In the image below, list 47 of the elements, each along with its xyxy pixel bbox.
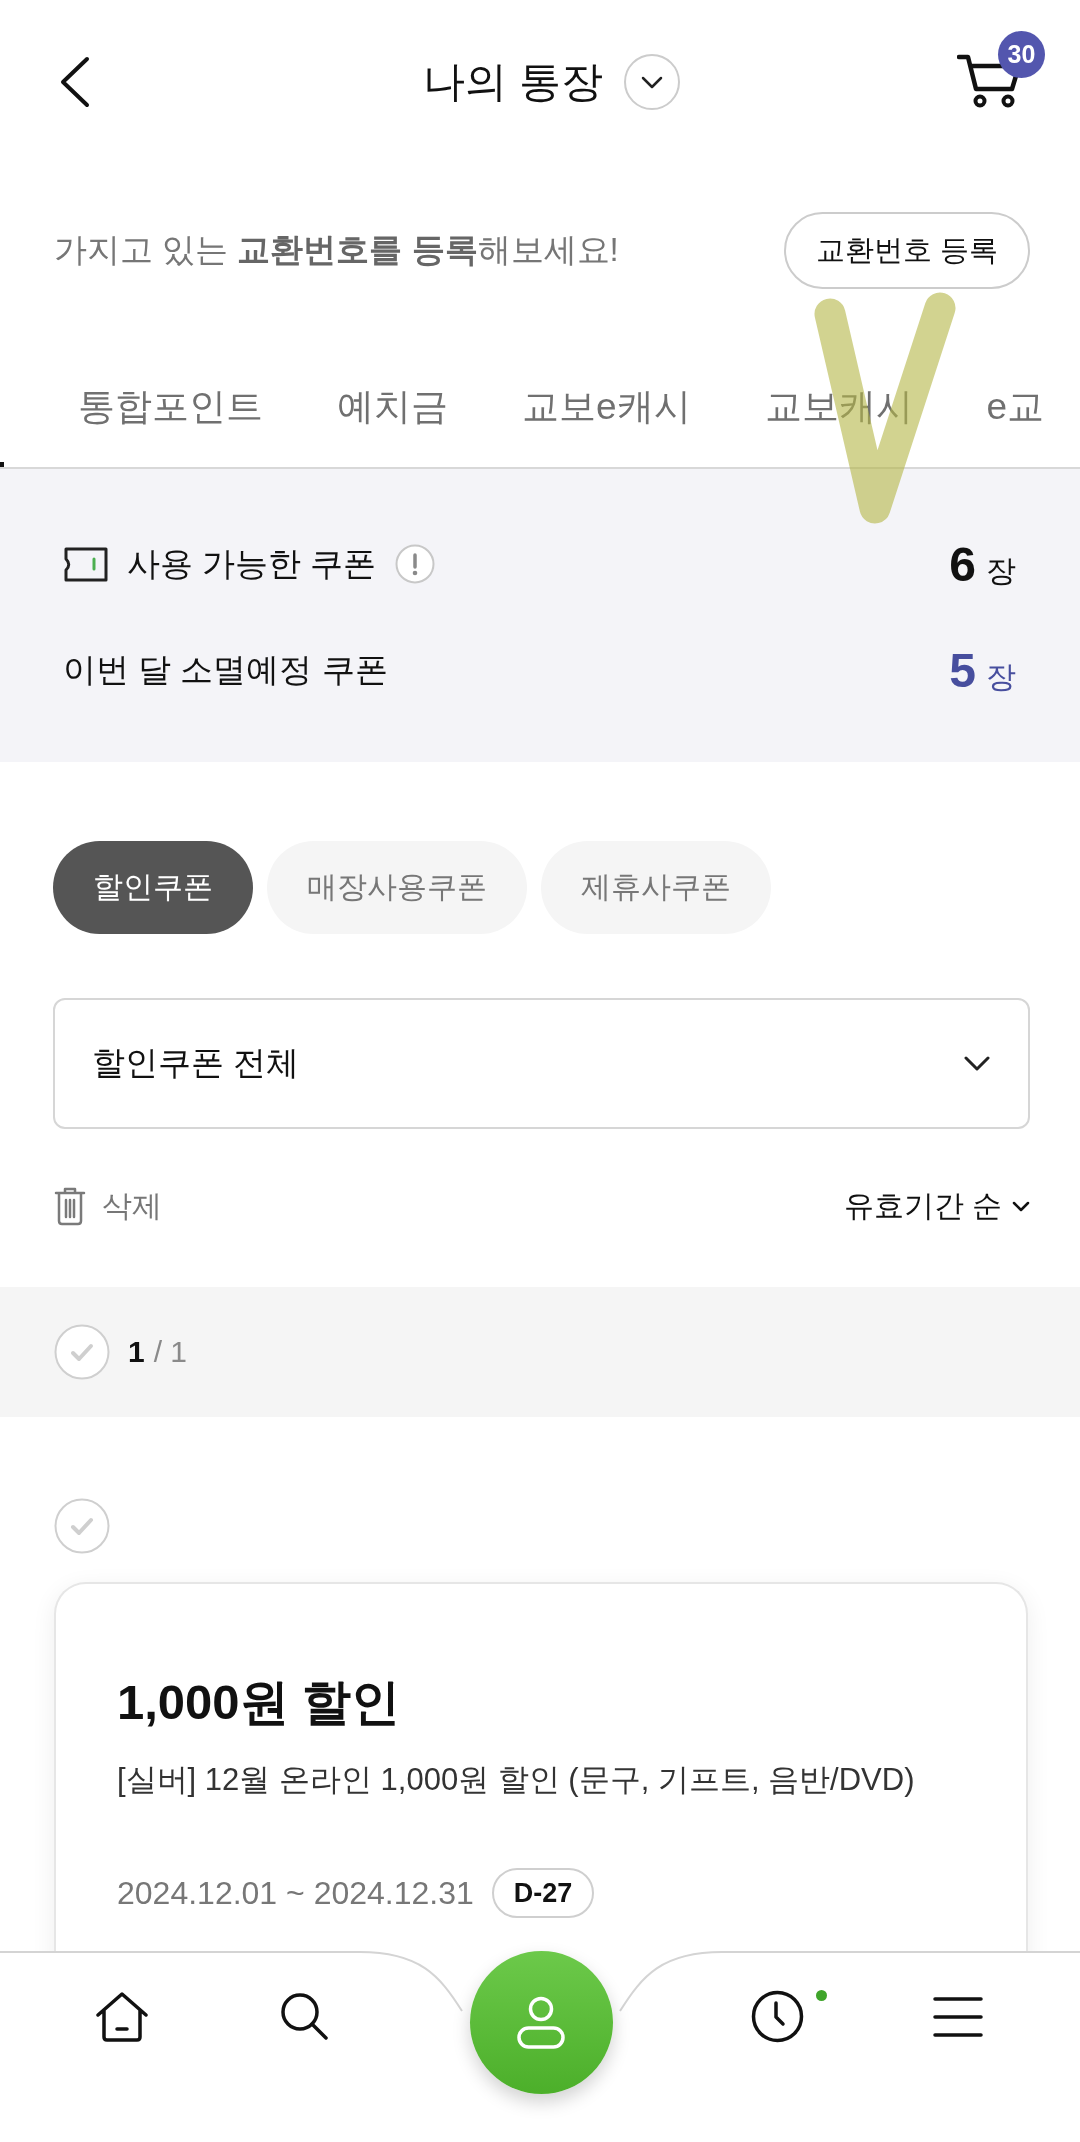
coupon-type-select[interactable]: 할인쿠폰 전체 [53,998,1030,1129]
tab[interactable]: 통합포인트 [41,347,300,467]
home-icon [94,1991,150,2043]
coupon-description: [실버] 12월 온라인 1,000원 할인 (문구, 기프트, 음반/DVD) [117,1761,916,1799]
clock-icon [751,1990,804,2043]
d-day-badge: D-27 [491,1868,595,1918]
exclamation-icon[interactable] [395,544,436,584]
delete-button[interactable]: 삭제 [54,1185,162,1227]
back-button[interactable] [58,56,90,108]
filter-chip[interactable]: 할인쿠폰 [53,841,253,934]
history-button[interactable] [751,1990,827,2043]
register-code-button[interactable]: 교환번호 등록 [783,212,1030,289]
cart-button[interactable]: 30 [957,31,1045,108]
menu-button[interactable] [933,1995,983,2039]
cart-count-badge: 30 [998,31,1045,78]
coupon-title: 1,000원 할인 [117,1674,402,1731]
person-icon [515,1995,567,2050]
home-button[interactable] [94,1991,150,2043]
count-unit: 장 [986,552,1016,589]
search-button[interactable] [279,1991,329,2041]
summary-label: 이번 달 소멸예정 쿠폰 [63,649,388,690]
filter-chip[interactable]: 매장사용쿠폰 [267,841,527,934]
search-icon [279,1991,329,2041]
coupon-checkbox[interactable] [54,1498,110,1554]
coupon-count: 6 [949,536,976,592]
chevron-down-icon [640,75,663,89]
tab[interactable]: 교보e캐시 [485,347,728,467]
summary-label: 사용 가능한 쿠폰 [127,543,377,584]
page-title: 나의 통장 [423,56,603,107]
sort-button[interactable]: 유효기간 순 [843,1185,1030,1227]
select-all-checkbox[interactable] [54,1324,110,1380]
tab[interactable]: e교 [949,347,1080,467]
back-icon [58,56,90,108]
caret-icon [1012,1200,1030,1212]
register-message: 가지고 있는 교환번호를 등록해보세요! [54,230,619,270]
tab-underline [0,462,4,467]
filter-chip[interactable]: 제휴사쿠폰 [541,841,771,934]
total-count: / 1 [153,1335,188,1369]
chevron-down-icon [964,1056,990,1071]
coupon-period: 2024.12.01 ~ 2024.12.31 [117,1874,474,1912]
count-unit: 장 [986,658,1016,695]
selected-count: 1 [128,1335,145,1369]
ticket-icon [63,545,109,583]
coupon-count: 5 [949,642,976,698]
trash-icon [54,1186,86,1226]
tab[interactable]: 예치금 [300,347,485,467]
menu-icon [933,1995,983,2039]
